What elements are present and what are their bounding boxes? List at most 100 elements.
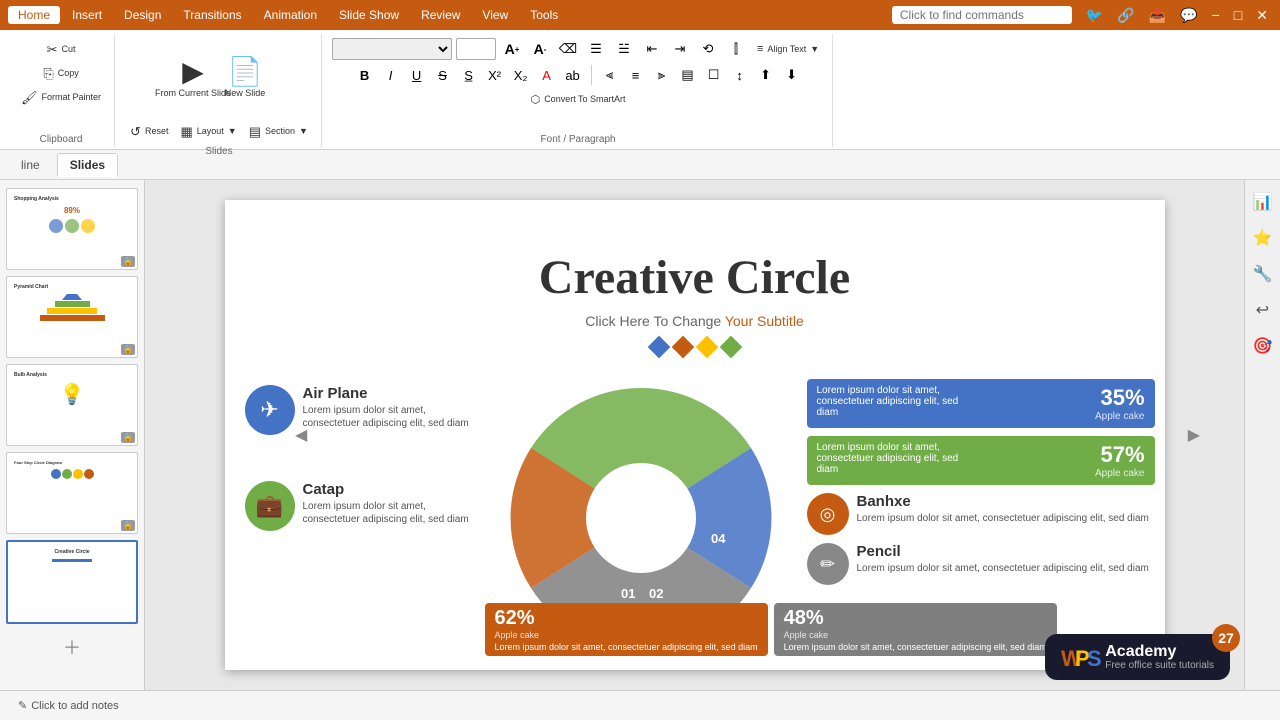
menu-design[interactable]: Design: [114, 6, 171, 24]
slide-canvas: Creative Circle Click Here To Change You…: [225, 200, 1165, 670]
new-slide-button[interactable]: 📄 New Slide: [220, 38, 270, 118]
increase-indent-button[interactable]: ⇥: [668, 38, 692, 60]
slides-bottom-row: ↺ Reset ▦ Layout ▼ ▤ Section ▼: [125, 120, 313, 142]
tab-outline[interactable]: line: [8, 153, 53, 177]
item-pencil: ✏ Pencil Lorem ipsum dolor sit amet, con…: [807, 543, 1155, 585]
ribbon: ✂ Cut ⎘ Copy 🖌 Format Painter Clipboard …: [0, 30, 1280, 150]
columns-button[interactable]: ⫿: [724, 38, 748, 60]
svg-text:04: 04: [711, 531, 726, 546]
bold-button[interactable]: B: [353, 64, 377, 86]
menu-transitions[interactable]: Transitions: [173, 6, 251, 24]
decrease-indent-button[interactable]: ⇤: [640, 38, 664, 60]
align-center-button[interactable]: ≡: [624, 64, 648, 86]
menu-insert[interactable]: Insert: [62, 6, 112, 24]
slide-thumb-4[interactable]: Four Step Circle Diagram 🔒: [6, 452, 138, 534]
add-notes-button[interactable]: ✎ Click to add notes: [12, 697, 125, 714]
diamond-2: [671, 336, 694, 359]
svg-text:02: 02: [649, 586, 663, 601]
text-direction-button[interactable]: ⟲: [696, 38, 720, 60]
text-box-button[interactable]: ☐: [702, 64, 726, 86]
scroll-right-arrow[interactable]: ▶: [1186, 423, 1202, 447]
tab-slides[interactable]: Slides: [57, 153, 118, 177]
catap-icon: 💼: [245, 481, 295, 531]
text-shadow-button[interactable]: S̲: [457, 64, 481, 86]
svg-text:03: 03: [677, 531, 691, 546]
export-icon[interactable]: 📤: [1145, 5, 1170, 26]
line-spacing-button[interactable]: ↕: [728, 64, 752, 86]
menu-review[interactable]: Review: [411, 6, 470, 24]
bottom-bar: ✎ Click to add notes: [0, 690, 1280, 720]
strikethrough-button[interactable]: S: [431, 64, 455, 86]
slide-thumb-2[interactable]: Pyramid Chart 🔒: [6, 276, 138, 358]
spacing-before-button[interactable]: ⬆: [754, 64, 778, 86]
align-right-button[interactable]: ⫸: [650, 64, 674, 86]
slide-thumb-5[interactable]: Creative Circle: [6, 540, 138, 624]
thumb-4-inner: Four Step Circle Diagram: [11, 457, 133, 529]
font-size-decrease-button[interactable]: A-: [528, 38, 552, 60]
minimize-icon[interactable]: −: [1208, 5, 1224, 25]
item-airplane: ✈ Air Plane Lorem ipsum dolor sit amet, …: [245, 385, 475, 435]
bullet-list-button[interactable]: ☰: [584, 38, 608, 60]
panel-star-icon[interactable]: ⭐: [1249, 224, 1277, 252]
align-left-button[interactable]: ⫷: [598, 64, 622, 86]
menu-tools[interactable]: Tools: [520, 6, 568, 24]
svg-text:S: S: [1087, 646, 1101, 671]
comment-icon[interactable]: 💬: [1176, 5, 1201, 26]
slides-group-label: Slides: [205, 142, 232, 157]
add-slide-button[interactable]: ＋: [6, 630, 138, 664]
menu-view[interactable]: View: [472, 6, 518, 24]
panel-undo-icon[interactable]: ↩: [1249, 296, 1277, 324]
align-text-button[interactable]: ≡ Align Text ▼: [752, 38, 824, 60]
font-size-increase-button[interactable]: A+: [500, 38, 524, 60]
italic-button[interactable]: I: [379, 64, 403, 86]
new-slide-icon: 📄: [228, 58, 263, 86]
spacing-after-button[interactable]: ⬇: [780, 64, 804, 86]
panel-properties-icon[interactable]: 🔧: [1249, 260, 1277, 288]
numbered-list-button[interactable]: ☱: [612, 38, 636, 60]
clear-format-button[interactable]: ⌫: [556, 38, 580, 60]
copy-button[interactable]: ⎘ Copy: [38, 62, 83, 84]
left-items-column: ✈ Air Plane Lorem ipsum dolor sit amet, …: [245, 375, 475, 660]
stat-57: Lorem ipsum dolor sit amet, consectetuer…: [807, 436, 1155, 485]
cut-button[interactable]: ✂ Cut: [42, 38, 81, 60]
airplane-text: Air Plane Lorem ipsum dolor sit amet, co…: [303, 385, 475, 430]
thumb-2-inner: Pyramid Chart: [11, 281, 133, 353]
share-icon[interactable]: 🐦: [1082, 5, 1107, 26]
pencil-icon: ✏: [807, 543, 849, 585]
bottom-stats-area: 62% Apple cake Lorem ipsum dolor sit ame…: [485, 603, 1057, 656]
share-link-icon[interactable]: 🔗: [1113, 5, 1138, 26]
menu-animation[interactable]: Animation: [254, 6, 327, 24]
section-button[interactable]: ▤ Section ▼: [244, 120, 313, 142]
reset-button[interactable]: ↺ Reset: [125, 120, 173, 142]
scroll-left-arrow[interactable]: ◀: [293, 423, 309, 447]
superscript-button[interactable]: X²: [483, 64, 507, 86]
panel-target-icon[interactable]: 🎯: [1249, 332, 1277, 360]
text-highlight-button[interactable]: ab: [561, 64, 585, 86]
justify-button[interactable]: ▤: [676, 64, 700, 86]
expand-icon[interactable]: □: [1230, 5, 1246, 25]
subscript-button[interactable]: X₂: [509, 64, 533, 86]
font-size-input[interactable]: 0: [456, 38, 496, 60]
font-color-button[interactable]: A: [535, 64, 559, 86]
close-icon[interactable]: ✕: [1252, 5, 1272, 26]
panel-chart-icon[interactable]: 📊: [1249, 188, 1277, 216]
slide-thumb-1[interactable]: Shopping Analysis 89% 🔒: [6, 188, 138, 270]
underline-button[interactable]: U: [405, 64, 429, 86]
thumb-1-lock: 🔒: [121, 256, 135, 267]
slide-title-area: Creative Circle Click Here To Change You…: [225, 200, 1165, 355]
slide-thumb-3[interactable]: Bulb Analysis 💡 🔒: [6, 364, 138, 446]
tab-strip: line Slides: [0, 150, 1280, 180]
menu-home[interactable]: Home: [8, 6, 60, 24]
font-name-select[interactable]: [332, 38, 452, 60]
search-input[interactable]: [892, 6, 1072, 24]
layout-button[interactable]: ▦ Layout ▼: [175, 120, 241, 142]
stat-35: Lorem ipsum dolor sit amet, consectetuer…: [807, 379, 1155, 428]
convert-smartart-button[interactable]: ⬡ Convert To SmartArt: [526, 88, 631, 110]
format-painter-button[interactable]: 🖌 Format Painter: [16, 86, 106, 108]
wps-logo-svg: W P S: [1061, 642, 1101, 672]
from-current-slide-button[interactable]: ▶ From Current Slide: [168, 38, 218, 118]
slide-diamonds: [225, 339, 1165, 355]
item-catap: 💼 Catap Lorem ipsum dolor sit amet, cons…: [245, 481, 475, 531]
copy-icon: ⎘: [43, 67, 53, 80]
menu-slideshow[interactable]: Slide Show: [329, 6, 409, 24]
